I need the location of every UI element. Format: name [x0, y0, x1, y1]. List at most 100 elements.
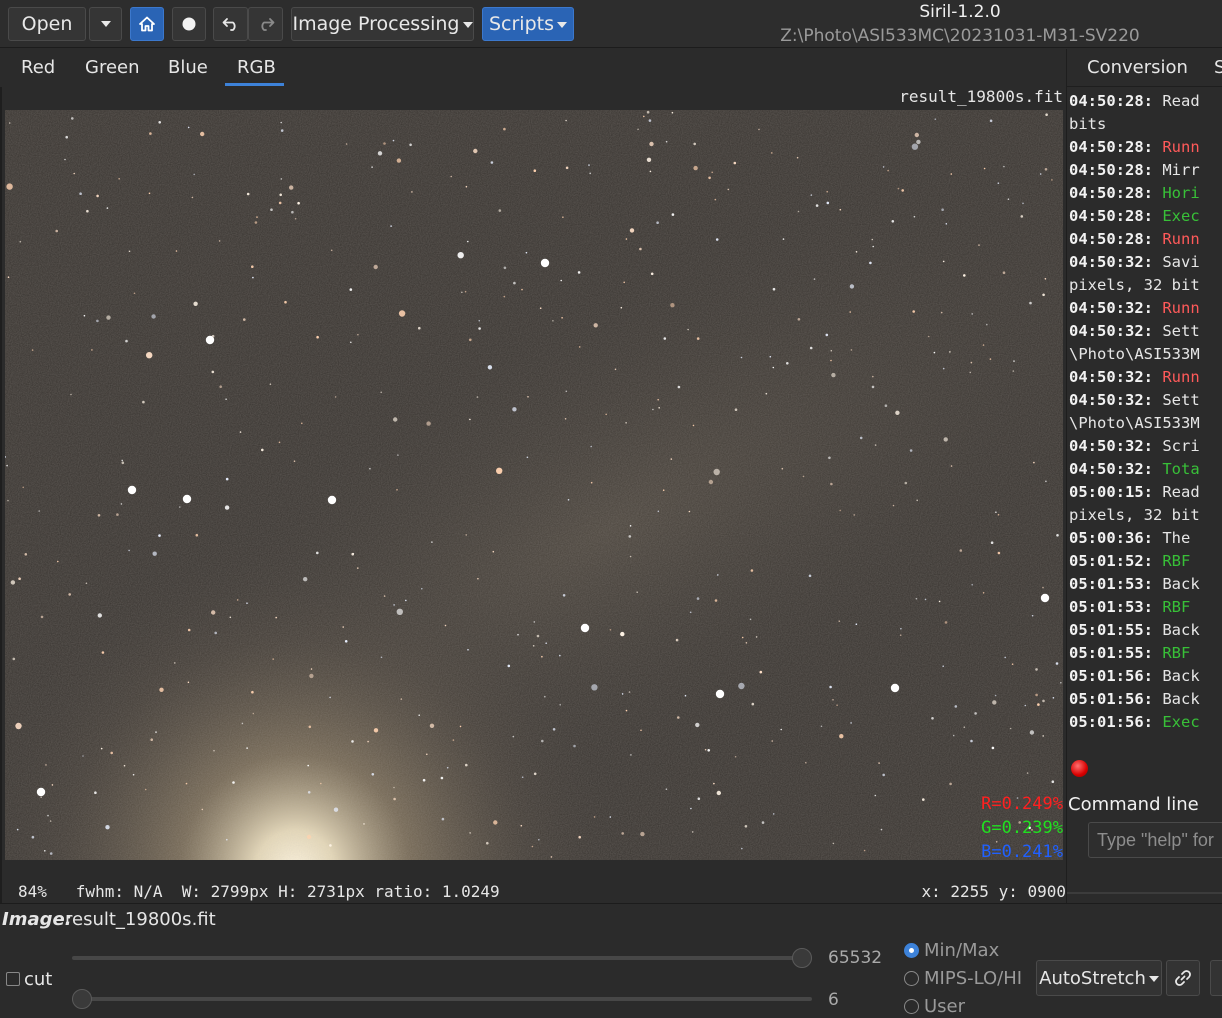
high-value[interactable]: 65532	[828, 948, 882, 968]
tab-sequence[interactable]: S	[1214, 57, 1222, 78]
star	[307, 764, 310, 767]
star	[85, 582, 88, 585]
star	[708, 479, 714, 485]
star	[1037, 703, 1040, 706]
star	[512, 407, 517, 412]
star	[982, 344, 985, 346]
star	[128, 250, 131, 253]
star	[623, 281, 625, 284]
open-recent-button[interactable]	[89, 7, 122, 41]
star	[836, 704, 838, 706]
star	[7, 499, 9, 502]
star	[855, 623, 858, 625]
star	[478, 319, 481, 322]
star	[1011, 663, 1014, 665]
cut-checkbox[interactable]	[6, 972, 20, 986]
home-button[interactable]	[130, 7, 164, 41]
star	[533, 772, 537, 776]
star	[713, 782, 715, 785]
log-timestamp: 04:50:32:	[1069, 391, 1153, 409]
star	[334, 396, 337, 398]
star	[503, 295, 506, 298]
radio-mips[interactable]	[904, 971, 919, 986]
log-message: Hori	[1162, 184, 1200, 202]
star	[252, 276, 254, 279]
open-button[interactable]: Open	[8, 7, 86, 41]
high-slider-knob[interactable]	[792, 948, 812, 968]
red-value: R=0.249%	[981, 794, 1063, 814]
star	[904, 481, 908, 485]
star	[934, 118, 937, 120]
star	[294, 217, 297, 220]
star	[521, 776, 524, 778]
star	[431, 541, 433, 543]
star	[393, 417, 398, 422]
star	[49, 852, 53, 855]
star	[649, 141, 654, 147]
star	[152, 551, 157, 556]
star	[696, 597, 700, 600]
radio-label-min-max: Min/Max	[924, 940, 1000, 961]
tab-green[interactable]: Green	[85, 57, 140, 78]
stop-icon[interactable]	[1071, 760, 1088, 777]
star	[880, 828, 883, 831]
star	[838, 620, 841, 622]
star	[132, 773, 135, 776]
log-line: 05:01:56: Back	[1069, 688, 1222, 711]
star	[465, 185, 468, 188]
log-line: 05:01:52: RBF	[1069, 550, 1222, 573]
star	[297, 201, 300, 205]
star	[982, 592, 985, 594]
tab-rgb[interactable]: RGB	[237, 57, 276, 78]
star	[349, 288, 353, 291]
tab-red[interactable]: Red	[21, 57, 55, 78]
low-slider-track[interactable]	[72, 997, 812, 1001]
high-slider-track[interactable]	[72, 956, 812, 960]
star	[671, 213, 675, 216]
undo-button[interactable]	[213, 7, 248, 41]
star	[871, 385, 875, 389]
log-message: Mirr	[1162, 161, 1200, 179]
star	[31, 349, 34, 351]
star	[550, 856, 553, 858]
star	[1029, 730, 1035, 735]
star	[383, 595, 386, 597]
star	[716, 790, 721, 796]
star	[329, 696, 331, 699]
log-timestamp: 04:50:28:	[1069, 207, 1153, 225]
star	[573, 744, 576, 748]
bright-star	[327, 495, 337, 505]
star	[544, 695, 546, 698]
star	[621, 693, 624, 695]
image-processing-menu[interactable]: Image Processing	[291, 7, 474, 41]
redo-button[interactable]	[248, 7, 283, 41]
radio-user[interactable]	[904, 999, 919, 1014]
star	[344, 640, 348, 643]
star	[839, 734, 844, 739]
low-slider-knob[interactable]	[72, 989, 92, 1009]
live-stack-button[interactable]	[172, 7, 206, 41]
radio-min-max[interactable]	[904, 943, 919, 958]
scripts-menu[interactable]: Scripts	[482, 7, 574, 41]
astro-image[interactable]	[5, 110, 1063, 860]
star	[106, 207, 109, 209]
overflow-button[interactable]	[1210, 960, 1222, 996]
star	[291, 210, 294, 214]
stretch-mode-select[interactable]: AutoStretch	[1036, 960, 1162, 996]
star	[901, 189, 904, 192]
star	[657, 398, 659, 401]
command-input[interactable]	[1088, 822, 1222, 858]
star	[871, 238, 874, 241]
log-line: 04:50:28: Mirr	[1069, 159, 1222, 182]
scripts-label: Scripts	[488, 13, 554, 35]
star	[496, 467, 503, 474]
link-channels-button[interactable]	[1166, 960, 1200, 996]
tab-blue[interactable]: Blue	[168, 57, 208, 78]
tab-conversion[interactable]: Conversion	[1087, 57, 1188, 78]
star	[478, 327, 481, 330]
right-panel: Conversion S 04:50:28: Read bits 04:50:28:…	[1066, 49, 1222, 903]
low-value[interactable]: 6	[828, 990, 839, 1010]
star	[86, 209, 89, 213]
star	[1044, 278, 1047, 280]
log-line: 04:50:28: Read	[1069, 90, 1222, 113]
